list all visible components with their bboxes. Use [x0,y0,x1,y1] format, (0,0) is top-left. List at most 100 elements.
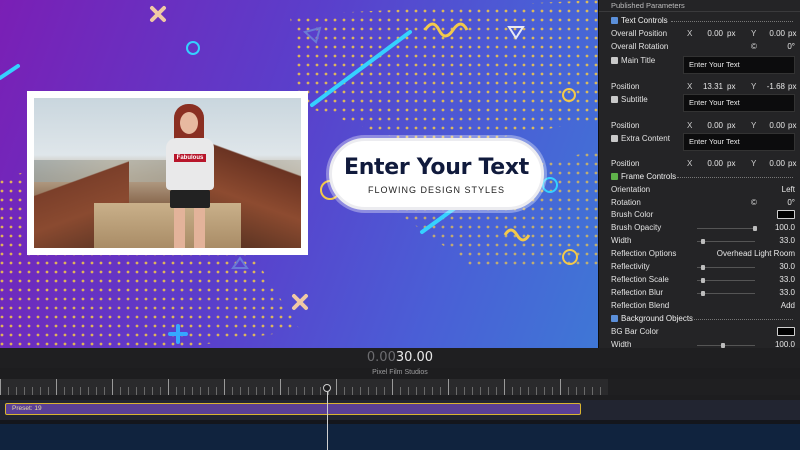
shirt-label: Fabulous [174,154,206,162]
param-label: Reflection Scale [611,275,669,284]
extra-content-field[interactable]: Enter Your Text [683,133,795,151]
timecode-display[interactable]: 0.0030.00 [0,348,800,368]
inspector-panel: Published Parameters Text Controls Overa… [598,0,800,348]
y-unit: px [788,82,797,91]
timecode-bright: 30.00 [395,350,434,365]
leg-left [174,208,185,248]
slider-value[interactable]: 100.0 [775,222,795,234]
slider-track[interactable] [697,239,755,244]
subtitle-field[interactable]: Enter Your Text [683,94,795,112]
divider [691,319,793,320]
y-value[interactable]: 0.00 [761,120,785,132]
playhead-line[interactable] [327,392,328,450]
slider-knob[interactable] [700,239,705,244]
rotation-dial-icon[interactable]: © [751,197,757,209]
y-unit: px [788,29,797,38]
reflection-blend-select[interactable]: Add [781,300,795,312]
rotation-value[interactable]: 0° [787,197,795,209]
param-label: Position [611,82,640,91]
section-label: Background Objects [621,314,694,323]
rotation-value[interactable]: 0° [787,41,795,53]
param-label: Reflection Blend [611,301,670,310]
project-name: Pixel Film Studios [372,369,428,376]
slider-track[interactable] [697,291,755,296]
checkbox-icon[interactable] [611,17,618,24]
x-value[interactable]: 0.00 [697,28,723,40]
row-reflection-blur: Reflection Blur 33.0 [599,287,800,299]
canvas-viewer[interactable]: Fabulous Enter Your Text FLOWING DESIGN … [0,0,598,348]
y-value[interactable]: -1.68 [761,81,785,93]
photo-frame[interactable]: Fabulous [27,91,308,255]
slider-value[interactable]: 30.0 [779,261,795,273]
slider-value[interactable]: 33.0 [779,287,795,299]
section-frame-controls[interactable]: Frame Controls [599,171,800,183]
slider-knob[interactable] [700,291,705,296]
row-brush-opacity: Brush Opacity 100.0 [599,222,800,234]
x-label: X [687,159,693,168]
rotation-dial-icon[interactable]: © [751,41,757,53]
x-value[interactable]: 13.31 [697,81,723,93]
timeline-ruler[interactable] [0,379,800,395]
param-label: Position [611,159,640,168]
param-label: Overall Rotation [611,42,669,51]
lower-track [0,424,800,450]
x-value[interactable]: 0.00 [697,120,723,132]
param-label: Brush Opacity [611,223,662,232]
head [180,112,198,134]
brush-color-swatch[interactable] [777,210,795,219]
y-unit: px [788,159,797,168]
leg-right [194,208,205,248]
x-value[interactable]: 0.00 [697,158,723,170]
bg-bar-color-swatch[interactable] [777,327,795,336]
checkbox-icon[interactable] [611,315,618,322]
ruler-overflow [608,379,800,395]
reflection-options-select[interactable]: Overhead Light Room [717,248,795,260]
playhead-handle[interactable] [323,384,331,392]
slider-knob[interactable] [700,265,705,270]
y-value[interactable]: 0.00 [761,158,785,170]
slider-knob[interactable] [753,226,757,231]
section-text-controls[interactable]: Text Controls [599,15,800,27]
y-label: Y [751,159,757,168]
divider [677,177,793,178]
row-orientation: Orientation Left [599,184,800,196]
row-reflection-scale: Reflection Scale 33.0 [599,274,800,286]
slider-value[interactable]: 100.0 [775,339,795,348]
main-title-field[interactable]: Enter Your Text [683,56,795,74]
text-icon [611,57,618,64]
text-icon [611,135,618,142]
person-figure: Fabulous [162,104,218,248]
shirt [166,138,214,190]
slider-track[interactable] [697,278,755,283]
clip-label: Preset: 19 [12,405,42,412]
section-label: Frame Controls [621,172,677,181]
x-unit: px [727,159,736,168]
row-overall-position: Overall Position X 0.00 px Y 0.00 px [599,28,800,40]
param-label: Subtitle [621,95,648,104]
slider-value[interactable]: 33.0 [779,274,795,286]
slider-value[interactable]: 33.0 [779,235,795,247]
y-value[interactable]: 0.00 [761,28,785,40]
title-pill[interactable]: Enter Your Text FLOWING DESIGN STYLES [329,138,544,210]
row-brush-color: Brush Color [599,209,800,221]
y-label: Y [751,29,757,38]
panel-header: Published Parameters [599,0,800,12]
row-extra-position: Position X 0.00 px Y 0.00 px [599,158,800,170]
slider-track[interactable] [697,226,757,231]
divider [671,21,793,22]
checkbox-icon[interactable] [611,173,618,180]
row-main-title-position: Position X 13.31 px Y -1.68 px [599,81,800,93]
section-background-objects[interactable]: Background Objects [599,313,800,325]
param-label: Reflection Options [611,249,677,258]
param-label: Extra Content [621,134,670,143]
x-label: X [687,82,693,91]
slider-track[interactable] [697,343,755,348]
orientation-select[interactable]: Left [782,184,795,196]
param-label: Main Title [621,56,656,65]
x-unit: px [727,29,736,38]
main-title-text: Enter Your Text [343,155,530,180]
x-label: X [687,29,693,38]
timeline-clip[interactable]: Preset: 19 [5,403,581,415]
slider-knob[interactable] [700,278,705,283]
slider-track[interactable] [697,265,755,270]
